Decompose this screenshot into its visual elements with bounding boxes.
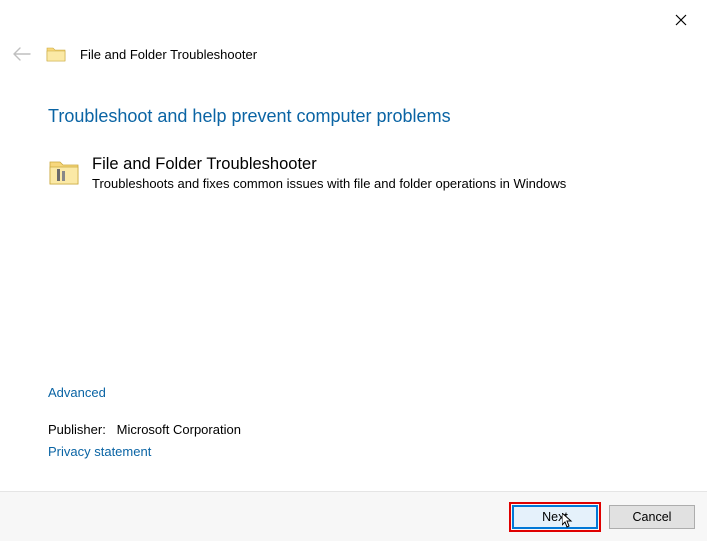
publisher-label: Publisher: xyxy=(48,422,106,437)
titlebar xyxy=(0,0,707,40)
folder-icon xyxy=(46,45,66,63)
troubleshooter-row: File and Folder Troubleshooter Troublesh… xyxy=(48,155,659,194)
app-title: File and Folder Troubleshooter xyxy=(80,47,257,62)
next-button-label: Next xyxy=(542,510,568,524)
folder-large-icon xyxy=(48,157,80,187)
cancel-button[interactable]: Cancel xyxy=(609,505,695,529)
advanced-link[interactable]: Advanced xyxy=(48,385,241,400)
header-row: File and Folder Troubleshooter xyxy=(0,40,707,76)
lower-block: Advanced Publisher: Microsoft Corporatio… xyxy=(48,385,241,461)
troubleshooter-name: File and Folder Troubleshooter xyxy=(92,155,566,174)
next-highlight: Next xyxy=(509,502,601,532)
content-area: Troubleshoot and help prevent computer p… xyxy=(0,76,707,202)
publisher-line: Publisher: Microsoft Corporation xyxy=(48,422,241,437)
troubleshooter-description: Troubleshoots and fixes common issues wi… xyxy=(92,174,566,194)
next-button[interactable]: Next xyxy=(512,505,598,529)
privacy-link[interactable]: Privacy statement xyxy=(48,444,151,459)
publisher-value: Microsoft Corporation xyxy=(117,422,241,437)
back-button[interactable] xyxy=(12,44,32,64)
button-bar: Next Cancel xyxy=(0,491,707,541)
close-button[interactable] xyxy=(661,6,701,34)
page-heading: Troubleshoot and help prevent computer p… xyxy=(48,106,659,127)
back-arrow-icon xyxy=(13,47,31,61)
close-icon xyxy=(675,14,687,26)
